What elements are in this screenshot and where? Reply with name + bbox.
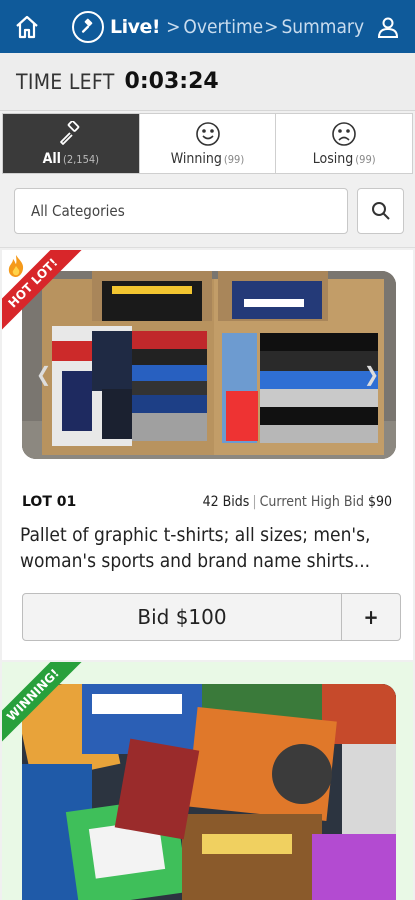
breadcrumb-live[interactable]: Live! (110, 16, 161, 38)
user-icon (377, 17, 399, 38)
time-left-bar: TIME LEFT 0:03:24 (0, 53, 415, 111)
time-left-label: TIME LEFT (16, 69, 115, 94)
category-row: All Categories (0, 175, 415, 248)
bid-count: 42 Bids (202, 494, 250, 510)
bid-button[interactable]: Bid $100 (22, 593, 342, 641)
tab-all-label: All (42, 150, 61, 167)
high-bid-label: Current High Bid (259, 494, 364, 510)
top-nav-bar: Live! > Overtime > Summary (0, 0, 415, 53)
tab-winning[interactable]: Winning (99) (140, 114, 277, 173)
flame-icon (8, 255, 24, 277)
breadcrumb-separator: > (264, 16, 279, 38)
search-icon (371, 202, 390, 220)
frown-icon (332, 121, 356, 146)
search-button[interactable] (357, 188, 404, 234)
home-button[interactable] (10, 11, 44, 43)
lot-title[interactable]: Pallet of graphic t-shirts; all sizes; m… (20, 522, 400, 574)
photo-prev-arrow[interactable]: ❮ (36, 362, 51, 386)
bid-info: 42 Bids | Current High Bid $90 (202, 494, 392, 510)
breadcrumb: Live! > Overtime > Summary (72, 8, 364, 46)
tab-losing-count: (99) (355, 152, 376, 166)
high-bid-value: $90 (367, 494, 392, 510)
smile-icon (195, 121, 220, 146)
lot-card[interactable]: HOT LOT! ❮ ❯ LOT 01 42 Bids | Current Hi… (2, 250, 413, 660)
gavel-icon (72, 11, 104, 43)
tab-all[interactable]: All (2,154) (3, 114, 140, 173)
tab-winning-label: Winning (170, 150, 222, 167)
account-button[interactable] (371, 11, 405, 43)
gavel-icon (59, 120, 80, 145)
breadcrumb-overtime[interactable]: Overtime (183, 16, 263, 38)
winning-ribbon: WINNING! (2, 662, 92, 752)
lot-meta: LOT 01 42 Bids | Current High Bid $90 (22, 494, 392, 510)
tab-losing[interactable]: Losing (99) (276, 114, 412, 173)
lot-number: LOT 01 (22, 494, 77, 510)
tab-losing-label: Losing (312, 150, 354, 167)
filter-tabs: All (2,154) Winning (99) Losing (99) (2, 113, 413, 174)
breadcrumb-summary[interactable]: Summary (281, 16, 364, 38)
tab-all-count: (2,154) (63, 152, 100, 166)
tab-winning-count: (99) (223, 152, 245, 166)
category-select[interactable]: All Categories (14, 188, 348, 234)
lot-card[interactable]: WINNING! (2, 662, 413, 900)
time-left-value: 0:03:24 (124, 69, 219, 94)
home-icon (16, 15, 38, 39)
photo-next-arrow[interactable]: ❯ (364, 362, 379, 386)
breadcrumb-separator: > (166, 16, 181, 38)
increase-bid-button[interactable]: + (341, 593, 401, 641)
winning-label: WINNING! (2, 662, 87, 749)
